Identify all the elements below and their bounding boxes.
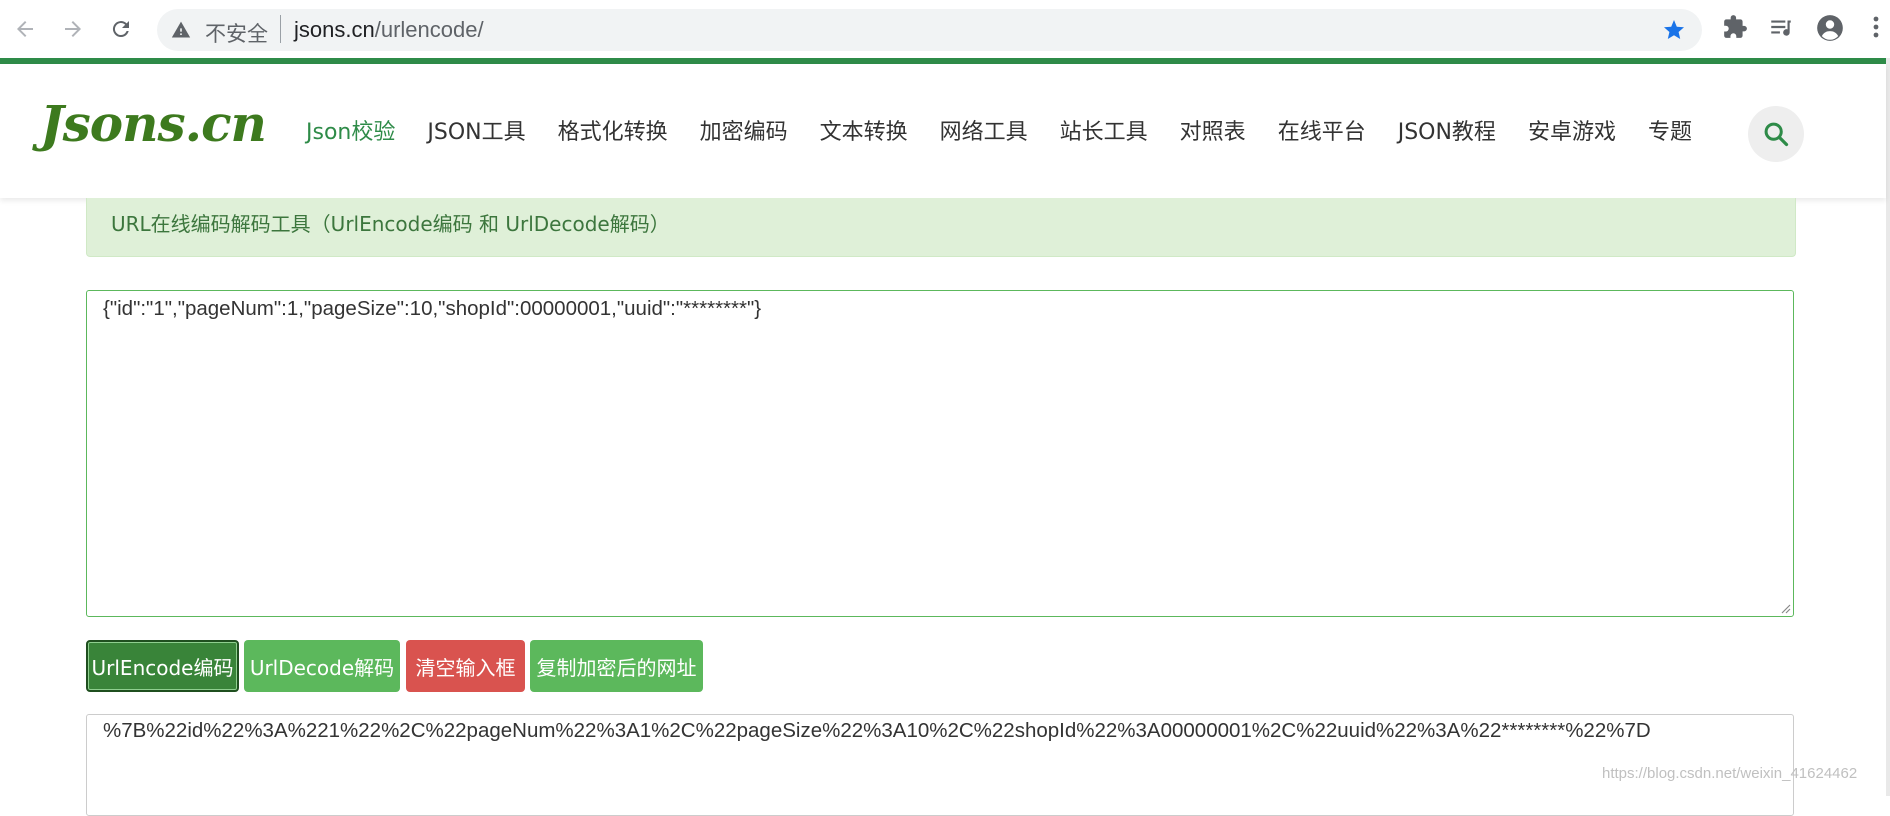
clear-input-button[interactable]: 清空输入框 (406, 640, 525, 692)
insecure-label: 不安全 (205, 22, 268, 46)
browser-menu-icon[interactable] (1872, 14, 1880, 45)
site-header: Jsons.cn Json校验 JSON工具 格式化转换 加密编码 文本转换 网… (0, 64, 1886, 198)
address-separator (280, 15, 281, 43)
page-scrollbar[interactable] (1886, 58, 1890, 796)
reload-icon (112, 21, 129, 38)
reading-list-icon[interactable] (1768, 14, 1794, 45)
output-textarea[interactable]: %7B%22id%22%3A%221%22%2C%22pageNum%22%3A… (86, 714, 1794, 816)
resize-grip-icon[interactable] (1779, 602, 1791, 614)
copy-encoded-url-button[interactable]: 复制加密后的网址 (530, 640, 703, 692)
urlencode-button[interactable]: UrlEncode编码 (86, 640, 239, 692)
url-host: jsons.cn (294, 17, 375, 42)
bookmark-star-icon[interactable] (1662, 18, 1686, 47)
nav-item-text-convert[interactable]: 文本转换 (820, 114, 908, 146)
site-logo[interactable]: Jsons.cn (40, 94, 267, 153)
nav-item-topics[interactable]: 专题 (1648, 114, 1692, 146)
search-icon (1764, 122, 1789, 147)
site-search-button[interactable] (1748, 106, 1804, 162)
watermark: https://blog.csdn.net/weixin_41624462 (1602, 765, 1858, 782)
nav-item-reference-tables[interactable]: 对照表 (1180, 114, 1246, 146)
input-textarea[interactable]: {"id":"1","pageNum":1,"pageSize":10,"sho… (86, 290, 1794, 617)
back-button[interactable] (8, 12, 42, 46)
nav-item-encrypt-encode[interactable]: 加密编码 (700, 114, 788, 146)
forward-arrow-icon (65, 21, 81, 37)
url-path: /urlencode/ (374, 17, 484, 42)
tool-title: URL在线编码解码工具（UrlEncode编码 和 UrlDecode解码） (111, 212, 670, 236)
nav-item-webmaster-tools[interactable]: 站长工具 (1060, 114, 1148, 146)
warning-icon (171, 20, 191, 45)
nav-item-json-tutorial[interactable]: JSON教程 (1398, 114, 1496, 146)
browser-toolbar: 不安全 jsons.cn/urlencode/ (0, 0, 1890, 58)
reload-button[interactable] (104, 12, 138, 46)
address-bar[interactable]: 不安全 jsons.cn/urlencode/ (157, 9, 1702, 51)
forward-button[interactable] (56, 12, 90, 46)
nav-item-online-platform[interactable]: 在线平台 (1278, 114, 1366, 146)
nav-item-json-tools[interactable]: JSON工具 (427, 114, 525, 146)
profile-avatar-icon[interactable] (1816, 14, 1844, 47)
nav-item-json-validate[interactable]: Json校验 (306, 114, 395, 146)
tool-title-banner: URL在线编码解码工具（UrlEncode编码 和 UrlDecode解码） (86, 198, 1796, 257)
input-text: {"id":"1","pageNum":1,"pageSize":10,"sho… (103, 297, 762, 320)
urldecode-button[interactable]: UrlDecode解码 (244, 640, 400, 692)
nav-item-network-tools[interactable]: 网络工具 (940, 114, 1028, 146)
output-text: %7B%22id%22%3A%221%22%2C%22pageNum%22%3A… (103, 719, 1651, 742)
nav-item-format-convert[interactable]: 格式化转换 (558, 114, 668, 146)
main-nav: Json校验 JSON工具 格式化转换 加密编码 文本转换 网络工具 站长工具 … (306, 114, 1724, 146)
extensions-puzzle-icon[interactable] (1722, 14, 1748, 45)
nav-item-android-games[interactable]: 安卓游戏 (1528, 114, 1616, 146)
url-text[interactable]: jsons.cn/urlencode/ (294, 17, 484, 43)
back-arrow-icon (17, 21, 33, 37)
